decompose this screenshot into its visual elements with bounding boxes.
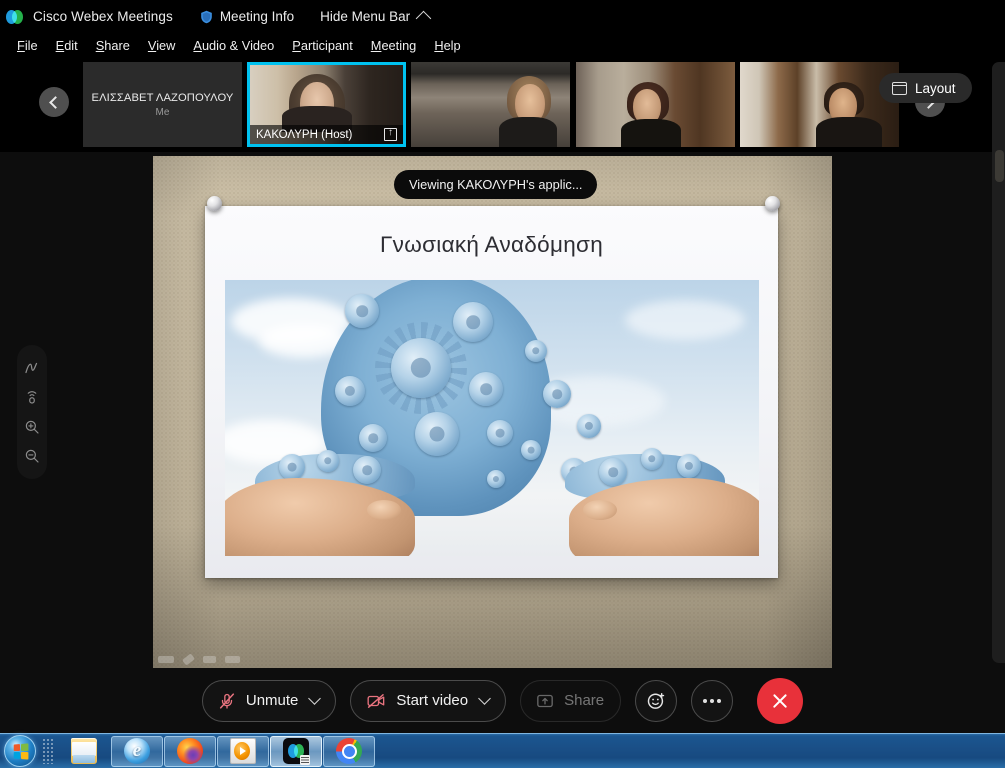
participant-thumbnail-4[interactable] — [576, 62, 735, 147]
participant-name-host: ΚΑΚΟΛΥΡΗ (Host) — [256, 128, 353, 141]
taskbar-item-chrome[interactable] — [323, 735, 375, 767]
shield-icon — [201, 10, 212, 23]
hide-menu-bar-button[interactable]: Hide Menu Bar — [320, 9, 432, 26]
microphone-muted-icon — [219, 692, 234, 709]
participant-filmstrip: ΕΛΙΣΣΑΒΕΤ ΛΑΖΟΠΟΥΛΟΥ Me ΚΑΚΟΛΥΡΗ (Host) — [0, 57, 1005, 211]
firefox-icon — [177, 738, 203, 764]
chevron-left-icon — [49, 95, 62, 109]
video-feed-5 — [740, 62, 899, 147]
smiley-reaction-icon — [647, 692, 665, 709]
google-chrome-icon — [336, 738, 362, 764]
hide-menu-bar-label: Hide Menu Bar — [320, 9, 411, 24]
pushpin-right-icon — [765, 196, 780, 211]
windows-logo-icon — [13, 742, 28, 760]
more-options-button[interactable] — [691, 679, 734, 722]
camera-off-icon — [367, 693, 385, 708]
unmute-button[interactable]: Unmute — [201, 679, 337, 722]
laser-pointer-icon — [27, 391, 37, 404]
screen-share-icon — [384, 126, 397, 141]
participant-thumbnail-self[interactable]: ΕΛΙΣΣΑΒΕΤ ΛΑΖΟΠΟΥΛΟΥ Me — [83, 62, 242, 147]
menu-item-participant[interactable]: Participant — [283, 38, 361, 53]
pen-scribble-icon — [25, 362, 38, 373]
panel-expand-handle[interactable] — [995, 150, 1004, 182]
start-video-button-label: Start video — [396, 692, 469, 709]
footer-chip-4 — [225, 656, 240, 663]
slide-title: Γνωσιακή Αναδόμηση — [379, 232, 604, 257]
leave-meeting-button[interactable] — [757, 677, 804, 724]
windows-taskbar: e — [0, 733, 1005, 768]
layout-button[interactable]: Layout — [879, 73, 972, 103]
more-options-icon — [703, 698, 722, 703]
layout-button-label: Layout — [915, 80, 956, 96]
zoom-in-tool[interactable] — [21, 416, 43, 438]
presentation-slide: Γνωσιακή Αναδόμηση — [205, 206, 778, 578]
menu-item-edit[interactable]: Edit — [47, 38, 87, 53]
menu-item-view[interactable]: View — [139, 38, 185, 53]
taskbar-grip[interactable] — [42, 738, 54, 764]
footer-chip-1 — [158, 656, 174, 663]
menu-item-file[interactable]: File — [8, 38, 47, 53]
reactions-button[interactable] — [635, 679, 678, 722]
webex-logo-icon — [6, 7, 26, 27]
menu-item-help[interactable]: Help — [425, 38, 469, 53]
meeting-control-bar: Unmute Start video Share — [0, 668, 1005, 733]
viewing-status-badge: Viewing ΚΑΚΟΛΥΡΗ's applic... — [394, 170, 598, 199]
participant-thumbnail-host[interactable]: ΚΑΚΟΛΥΡΗ (Host) — [247, 62, 406, 147]
menu-item-audio-video[interactable]: Audio & Video — [184, 38, 283, 53]
share-button[interactable]: Share — [520, 679, 622, 722]
participant-name-self: ΕΛΙΣΣΑΒΕΤ ΛΑΖΟΠΟΥΛΟΥ — [91, 91, 234, 104]
filmstrip-scroll-left-button[interactable] — [39, 87, 69, 117]
participant-thumbnail-3[interactable] — [411, 62, 570, 147]
windows-media-player-icon — [230, 738, 256, 764]
internet-explorer-icon: e — [124, 738, 150, 764]
participant-thumbnail-5[interactable] — [740, 62, 899, 147]
menu-item-share[interactable]: Share — [87, 38, 139, 53]
right-side-panel-collapsed[interactable] — [992, 62, 1005, 663]
start-button[interactable] — [4, 735, 36, 767]
taskbar-item-internet-explorer[interactable]: e — [111, 735, 163, 767]
video-dropdown-chevron-down-icon[interactable] — [478, 692, 491, 705]
laser-pointer-tool[interactable] — [21, 386, 43, 408]
video-feed-3 — [411, 62, 570, 147]
annotation-toolbar — [17, 345, 47, 479]
unmute-dropdown-chevron-down-icon[interactable] — [308, 692, 322, 705]
taskbar-item-explorer[interactable] — [58, 736, 110, 767]
taskbar-item-media-player[interactable] — [217, 735, 269, 767]
menu-item-meeting[interactable]: Meeting — [362, 38, 426, 53]
shared-content-stage[interactable]: Γνωσιακή Αναδόμηση — [153, 156, 832, 668]
menu-bar: File Edit Share View Audio & Video Parti… — [0, 33, 1005, 57]
unmute-button-label: Unmute — [245, 692, 299, 709]
chevron-up-icon — [415, 10, 432, 26]
zoom-out-tool[interactable] — [21, 445, 43, 467]
start-video-button[interactable]: Start video — [350, 679, 507, 722]
video-feed-4 — [576, 62, 735, 147]
app-title: Cisco Webex Meetings — [33, 9, 173, 24]
meeting-info-label: Meeting Info — [219, 9, 295, 24]
close-x-icon — [771, 692, 789, 710]
webex-icon — [283, 738, 310, 765]
slide-image — [225, 280, 759, 556]
file-explorer-icon — [71, 738, 97, 764]
share-button-label: Share — [564, 692, 605, 709]
presenter-footer-controls[interactable] — [158, 653, 240, 666]
participant-subtitle-self: Me — [155, 106, 170, 118]
title-bar: Cisco Webex Meetings Meeting Info Hide M… — [0, 0, 1005, 33]
layout-grid-icon — [892, 81, 907, 95]
taskbar-item-firefox[interactable] — [164, 735, 216, 767]
magnifier-minus-icon — [25, 450, 39, 463]
meeting-info-button[interactable]: Meeting Info — [199, 9, 294, 25]
magnifier-plus-icon — [25, 420, 39, 434]
share-screen-icon — [537, 694, 553, 707]
annotate-pen-tool[interactable] — [21, 357, 43, 379]
footer-chip-3 — [203, 656, 216, 663]
webex-meeting-window: Cisco Webex Meetings Meeting Info Hide M… — [0, 0, 1005, 733]
taskbar-item-webex[interactable] — [270, 735, 322, 767]
pushpin-left-icon — [207, 196, 222, 211]
participant-label-host: ΚΑΚΟΛΥΡΗ (Host) — [250, 125, 403, 144]
